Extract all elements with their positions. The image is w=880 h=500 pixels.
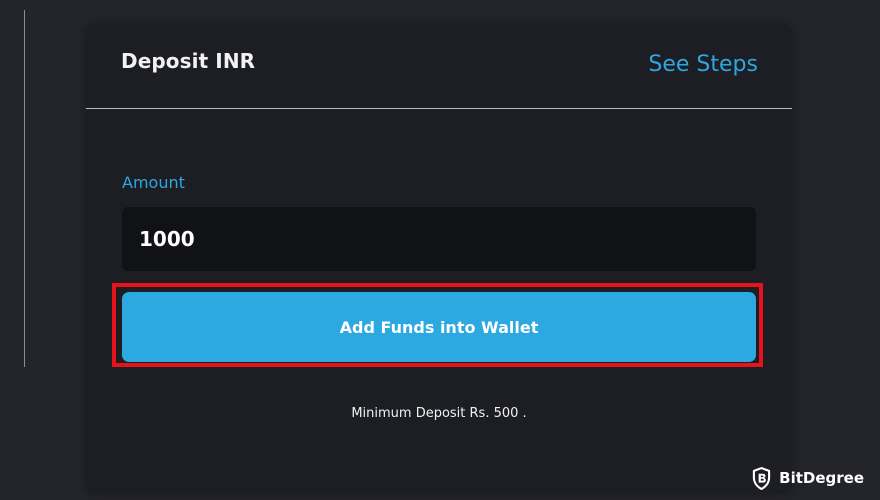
see-steps-link[interactable]: See Steps [648, 52, 758, 77]
page: Deposit INR See Steps Amount Add Funds i… [0, 0, 880, 500]
bitdegree-shield-logo-icon [752, 466, 771, 490]
amount-input[interactable] [122, 207, 756, 271]
add-funds-button[interactable]: Add Funds into Wallet [122, 292, 756, 362]
deposit-card-header: Deposit INR See Steps [86, 24, 792, 109]
bitdegree-watermark: BitDegree [752, 464, 864, 492]
amount-label: Amount [122, 173, 185, 192]
deposit-title: Deposit INR [121, 49, 256, 73]
side-divider [24, 10, 25, 367]
minimum-deposit-note: Minimum Deposit Rs. 500 . [351, 406, 527, 421]
deposit-card: Deposit INR See Steps Amount Add Funds i… [86, 24, 792, 494]
watermark-text: BitDegree [779, 469, 864, 487]
